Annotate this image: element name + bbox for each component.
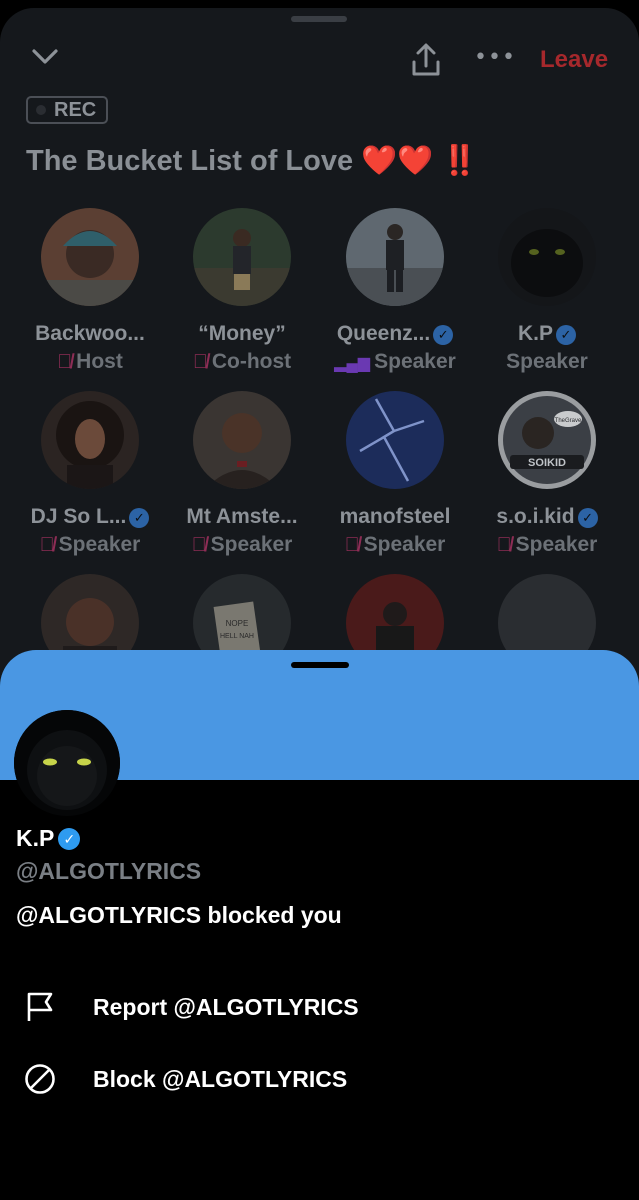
avatar bbox=[193, 391, 291, 489]
speaker-name: DJ So L... ✓ bbox=[15, 505, 165, 529]
speaker-name: s.o.i.kid ✓ bbox=[472, 505, 622, 529]
block-icon bbox=[24, 1063, 56, 1095]
sheet-grabber[interactable] bbox=[291, 662, 349, 668]
speaker-tile[interactable]: DJ So L... ✓ 🎙̸ Speaker bbox=[15, 391, 165, 557]
speaker-role: 🎙̸ Speaker bbox=[39, 533, 141, 556]
speaker-role: 🎙̸ Co-host bbox=[192, 350, 292, 373]
speaker-tile[interactable]: Queenz... ✓ ▂▄▆ Speaker bbox=[320, 208, 470, 374]
profile-name: K.P ✓ bbox=[16, 825, 81, 852]
double-exclamation-emoji: ‼️ bbox=[441, 145, 478, 177]
verified-badge-icon: ✓ bbox=[433, 325, 454, 345]
speaker-role: 🎙̸ Speaker bbox=[496, 533, 598, 556]
profile-sheet: K.P ✓ @ALGOTLYRICS @ALGOTLYRICS blocked y… bbox=[0, 650, 639, 1200]
speaker-role: ▂▄▆ Speaker bbox=[334, 350, 456, 373]
verified-badge-icon: ✓ bbox=[58, 828, 81, 850]
avatar bbox=[41, 391, 139, 489]
speaker-tile[interactable]: “Money” 🎙̸ Co-host bbox=[167, 208, 317, 374]
avatar bbox=[346, 208, 444, 306]
mic-muted-icon: 🎙̸ bbox=[496, 534, 512, 556]
leave-button[interactable]: Leave bbox=[540, 46, 608, 74]
speaker-tile[interactable]: K.P ✓ Speaker bbox=[472, 208, 622, 374]
speaker-tile[interactable]: manofsteel 🎙̸ Speaker bbox=[320, 391, 470, 557]
speaker-role: 🎙̸ Speaker bbox=[344, 533, 446, 556]
blocked-status: @ALGOTLYRICS blocked you bbox=[16, 902, 342, 928]
profile-handle: @ALGOTLYRICS bbox=[16, 858, 202, 884]
avatar bbox=[193, 208, 291, 306]
verified-badge-icon: ✓ bbox=[129, 508, 150, 528]
report-button[interactable]: Report @ALGOTLYRICS bbox=[0, 979, 639, 1035]
space-panel: ••• Leave REC The Bucket List of Love ❤️… bbox=[0, 8, 639, 708]
speaker-role: 🎙̸ Host bbox=[57, 350, 123, 373]
speaking-icon: ▂▄▆ bbox=[334, 355, 371, 372]
verified-badge-icon: ✓ bbox=[556, 325, 576, 345]
avatar bbox=[41, 208, 139, 306]
avatar: SOIKID TheGrave bbox=[498, 391, 596, 489]
avatar bbox=[498, 208, 596, 306]
space-grabber[interactable] bbox=[291, 16, 347, 22]
speaker-name: K.P ✓ bbox=[472, 322, 622, 346]
speaker-name: Queenz... ✓ bbox=[320, 322, 470, 346]
speaker-tile[interactable]: Mt Amste... 🎙̸ Speaker bbox=[167, 391, 317, 557]
speaker-name: manofsteel bbox=[339, 505, 451, 528]
svg-text:HELL NAH: HELL NAH bbox=[220, 633, 254, 640]
hearts-emoji: ❤️❤️ bbox=[361, 145, 434, 177]
space-title: The Bucket List of Love ❤️❤️ ‼️ bbox=[26, 145, 478, 177]
speaker-role: 🎙̸ Speaker bbox=[191, 533, 293, 556]
flag-icon bbox=[24, 991, 56, 1023]
report-label: Report @ALGOTLYRICS bbox=[93, 994, 359, 1020]
speaker-name: Backwoo... bbox=[35, 322, 145, 345]
block-label: Block @ALGOTLYRICS bbox=[93, 1066, 348, 1092]
svg-text:NOPE: NOPE bbox=[226, 619, 249, 628]
mic-muted-icon: 🎙̸ bbox=[57, 351, 73, 373]
mic-muted-icon: 🎙̸ bbox=[192, 351, 208, 373]
mic-muted-icon: 🎙̸ bbox=[344, 534, 360, 556]
speaker-tile[interactable]: Backwoo... 🎙̸ Host bbox=[15, 208, 165, 374]
mic-muted-icon: 🎙̸ bbox=[39, 534, 55, 556]
more-icon[interactable]: ••• bbox=[474, 47, 516, 69]
share-icon[interactable] bbox=[410, 42, 442, 83]
speaker-tile[interactable]: SOIKID TheGrave s.o.i.kid ✓ 🎙̸ Speaker bbox=[472, 391, 622, 557]
mic-muted-icon: 🎙̸ bbox=[191, 534, 207, 556]
block-button[interactable]: Block @ALGOTLYRICS bbox=[0, 1051, 639, 1107]
profile-avatar[interactable] bbox=[14, 710, 120, 816]
rec-badge: REC bbox=[26, 96, 109, 124]
avatar bbox=[346, 391, 444, 489]
svg-text:TheGrave: TheGrave bbox=[555, 418, 582, 424]
speaker-role: Speaker bbox=[506, 350, 588, 373]
verified-badge-icon: ✓ bbox=[577, 508, 598, 528]
chevron-down-icon[interactable] bbox=[30, 46, 60, 73]
speaker-name: “Money” bbox=[198, 322, 286, 345]
svg-text:SOIKID: SOIKID bbox=[528, 457, 566, 469]
speaker-name: Mt Amste... bbox=[186, 505, 298, 528]
